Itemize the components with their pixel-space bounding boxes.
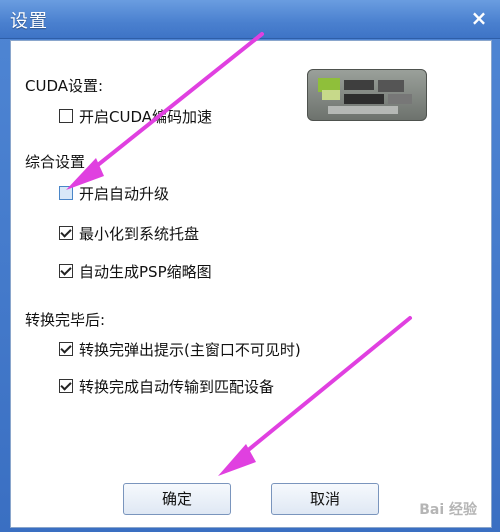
arrow-to-ok-button [234, 316, 412, 462]
annotation-arrows [66, 32, 412, 476]
settings-dialog: 设置 × CUDA设置: 开启CUDA编码加速 综合设置 开启自动升级 最小化到… [0, 0, 500, 532]
arrow-to-auto-upgrade [82, 32, 264, 178]
